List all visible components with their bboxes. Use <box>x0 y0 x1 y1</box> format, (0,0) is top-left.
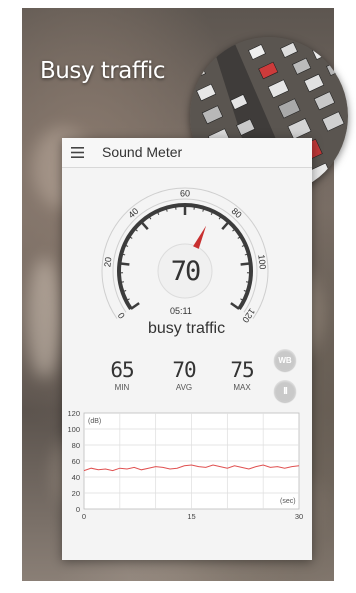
decibel-chart: 0 20 40 60 80 100 120 0 15 30 (dB) (sec) <box>67 409 303 521</box>
session-timer: 05:11 <box>170 306 192 316</box>
gauge-major-tick <box>119 262 130 266</box>
chart-ytick-label: 20 <box>72 489 80 498</box>
gauge-major-tick <box>221 220 230 230</box>
chart-ytick-label: 40 <box>72 473 80 482</box>
chart-xtick-label: 0 <box>82 512 86 521</box>
decibel-gauge: 020406080100120 <box>101 187 269 325</box>
stat-avg: 70 AVG <box>166 358 202 392</box>
gauge-major-tick <box>230 302 240 310</box>
chart-ytick-label: 60 <box>72 457 80 466</box>
gauge-value: 70 <box>170 256 202 287</box>
chart-ytick-label: 120 <box>67 409 80 418</box>
gauge-minor-tick <box>245 281 251 283</box>
stat-max-value: 75 <box>230 358 254 382</box>
gauge-minor-tick <box>174 205 177 210</box>
gauge-major-tick <box>240 262 251 266</box>
chart-xtick-label: 30 <box>295 512 303 521</box>
gauge-minor-tick <box>119 281 125 283</box>
gauge-minor-tick <box>193 205 196 210</box>
weighting-icon: WB <box>278 355 292 365</box>
stat-avg-label: AVG <box>175 383 193 392</box>
pause-icon: II <box>283 385 287 397</box>
stat-min-label: MIN <box>114 383 130 392</box>
chart-ytick-label: 100 <box>67 425 80 434</box>
stat-min: 65 MIN <box>104 358 140 392</box>
chart-ytick-label: 0 <box>76 505 80 514</box>
stat-avg-value: 70 <box>172 358 196 382</box>
gauge-tick-label: 100 <box>256 254 268 270</box>
gauge-tick-label: 20 <box>102 256 113 267</box>
gauge-tick-label: 40 <box>126 206 140 220</box>
weighting-button[interactable]: WB <box>274 349 296 371</box>
pause-button[interactable]: II <box>274 380 296 402</box>
stat-min-value: 65 <box>110 358 134 382</box>
noise-status: busy traffic <box>148 320 226 337</box>
gauge-major-tick <box>130 302 140 310</box>
gauge-needle <box>193 225 207 249</box>
gauge-major-tick <box>140 220 149 230</box>
chart-ylabel: (dB) <box>88 418 101 425</box>
gauge-tick-label: 60 <box>180 188 190 198</box>
chart-ytick-label: 80 <box>72 441 80 450</box>
stat-max: 75 MAX <box>224 358 260 392</box>
gauge-tick-label: 80 <box>230 206 244 220</box>
chart-xlabel: (sec) <box>280 498 296 505</box>
chart-xtick-label: 15 <box>187 512 195 521</box>
stat-max-label: MAX <box>233 383 251 392</box>
